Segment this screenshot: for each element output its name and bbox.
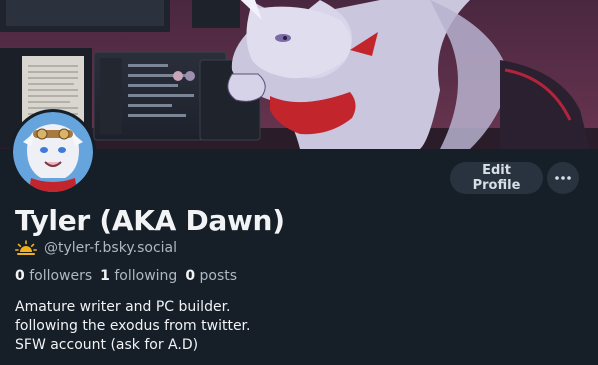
handle: @tyler-f.bsky.social <box>44 240 177 256</box>
handle-row: @tyler-f.bsky.social <box>15 240 177 256</box>
followers-link[interactable]: 0 followers <box>15 268 92 284</box>
following-count: 1 <box>100 268 110 284</box>
followers-label: followers <box>29 268 93 284</box>
profile-bio: Amature writer and PC builder. following… <box>15 298 250 355</box>
posts-stat: 0 posts <box>185 268 237 284</box>
posts-count: 0 <box>185 268 196 284</box>
bio-line: following the exodus from twitter. <box>15 318 251 334</box>
display-name: Tyler (AKA Dawn) <box>15 204 285 237</box>
profile-stats: 0 followers 1 following 0 posts <box>15 268 237 284</box>
bio-line: SFW account (ask for A.D) <box>15 337 199 353</box>
banner-artwork <box>0 0 598 149</box>
edit-profile-button[interactable]: Edit Profile <box>450 162 543 194</box>
following-link[interactable]: 1 following <box>100 268 177 284</box>
more-options-button[interactable] <box>547 162 579 194</box>
dragon-avatar-art <box>13 112 93 192</box>
sunrise-icon <box>15 240 37 255</box>
avatar[interactable] <box>10 109 96 195</box>
posts-label: posts <box>199 268 238 284</box>
profile-banner[interactable] <box>0 0 598 149</box>
ellipsis-icon <box>555 176 571 180</box>
followers-count: 0 <box>15 268 25 284</box>
bio-line: Amature writer and PC builder. <box>15 299 231 315</box>
following-label: following <box>114 268 178 284</box>
